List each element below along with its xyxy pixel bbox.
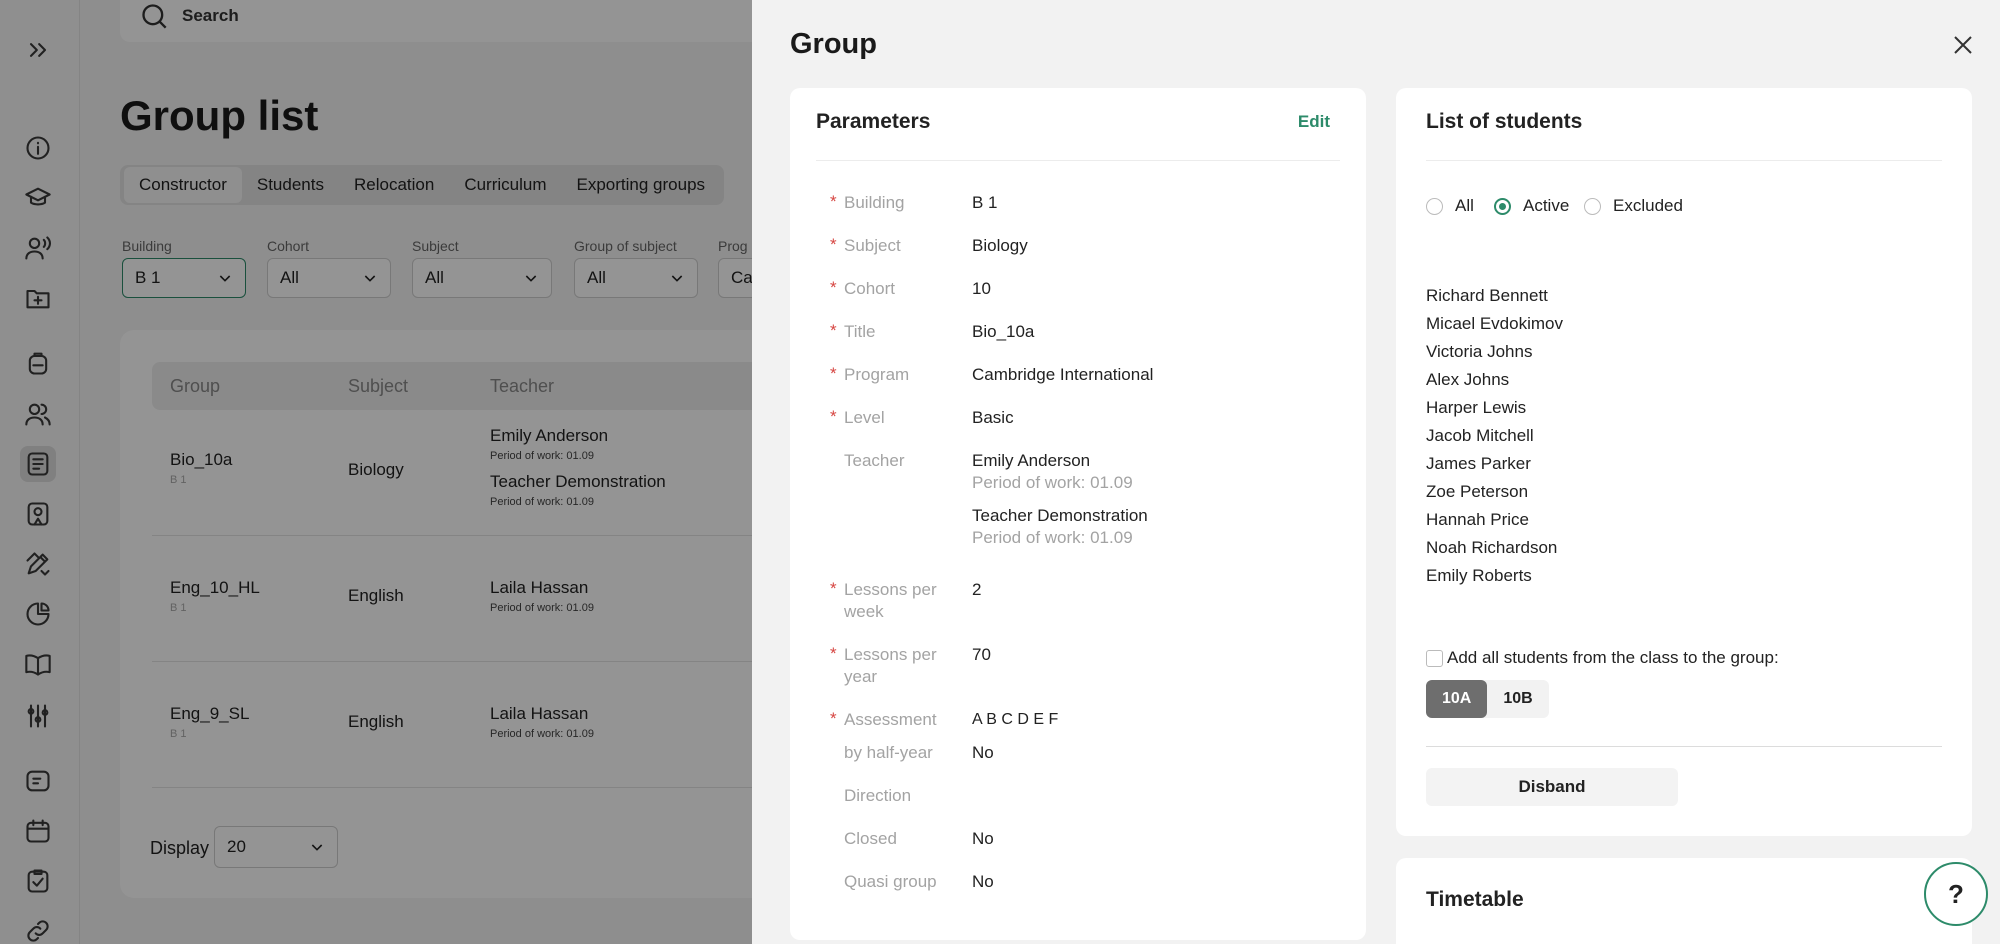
param-teacher: Teacher Emily Anderson Period of work: 0… [844, 451, 1148, 547]
teacher-period: Period of work: 01.09 [972, 473, 1133, 492]
modal-overlay[interactable] [0, 0, 752, 944]
radio-all[interactable]: All [1426, 196, 1474, 216]
required-marker: * [830, 579, 837, 598]
student-name[interactable]: Victoria Johns [1426, 342, 1532, 362]
divider [1426, 160, 1942, 161]
radio-indicator [1584, 197, 1601, 215]
required-marker: * [830, 321, 837, 340]
divider [816, 160, 1340, 161]
close-icon [1954, 36, 1972, 54]
required-marker: * [830, 235, 837, 254]
student-name[interactable]: Richard Bennett [1426, 286, 1548, 306]
student-name[interactable]: Alex Johns [1426, 370, 1509, 390]
checkbox-box [1426, 649, 1443, 667]
edit-button[interactable]: Edit [1298, 112, 1330, 132]
student-name[interactable]: Micael Evdokimov [1426, 314, 1563, 334]
group-drawer: Group Parameters Edit * Building B 1 * S… [752, 0, 2000, 944]
required-marker: * [830, 644, 837, 663]
teacher-name: Teacher Demonstration [972, 506, 1148, 525]
timetable-title: Timetable [1426, 888, 1524, 911]
required-marker: * [830, 278, 837, 297]
timetable-card: Timetable [1396, 858, 1972, 944]
class-chip-10a[interactable]: 10A [1426, 680, 1488, 718]
student-name[interactable]: Hannah Price [1426, 510, 1529, 530]
add-all-students-checkbox[interactable]: Add all students from the class to the g… [1426, 648, 1779, 668]
radio-indicator [1494, 197, 1511, 215]
class-selector: 10A 10B [1426, 680, 1549, 718]
required-marker: * [830, 407, 837, 426]
parameters-title: Parameters [816, 110, 931, 133]
student-name[interactable]: Jacob Mitchell [1426, 426, 1534, 446]
radio-indicator [1426, 197, 1443, 215]
student-name[interactable]: Harper Lewis [1426, 398, 1526, 418]
close-button[interactable] [1948, 30, 1978, 60]
radio-active[interactable]: Active [1494, 196, 1569, 216]
students-title: List of students [1426, 110, 1583, 133]
student-name[interactable]: James Parker [1426, 454, 1531, 474]
radio-excluded[interactable]: Excluded [1584, 196, 1683, 216]
teacher-period: Period of work: 01.09 [972, 528, 1133, 547]
divider [1426, 746, 1942, 747]
teacher-name: Emily Anderson [972, 451, 1091, 470]
student-name[interactable]: Emily Roberts [1426, 566, 1532, 586]
required-marker: * [830, 364, 837, 383]
students-card: List of students All Active Excluded Ric… [1396, 88, 1972, 836]
class-chip-10b[interactable]: 10B [1487, 680, 1548, 718]
student-name[interactable]: Noah Richardson [1426, 538, 1557, 558]
parameters-card: Parameters Edit * Building B 1 * Subject… [790, 88, 1366, 940]
student-name[interactable]: Zoe Peterson [1426, 482, 1528, 502]
drawer-title: Group [790, 28, 877, 60]
help-button[interactable]: ? [1924, 862, 1988, 926]
disband-button[interactable]: Disband [1426, 768, 1678, 806]
required-marker: * [830, 192, 837, 211]
required-marker: * [830, 709, 837, 728]
